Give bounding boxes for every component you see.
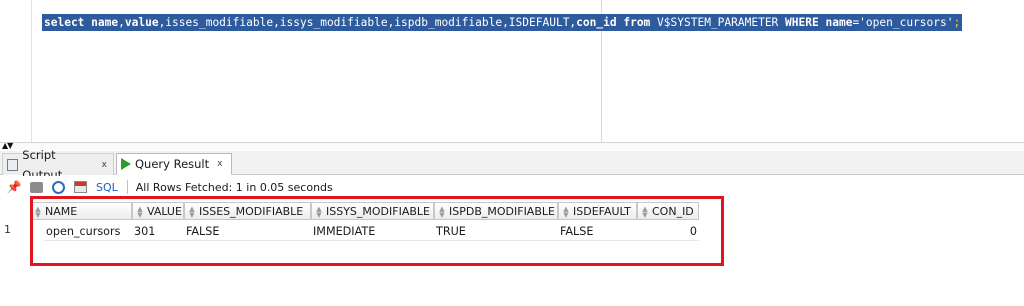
refresh-icon [51,180,65,194]
col-value: value [124,16,159,29]
grid-export-icon [73,181,87,193]
script-icon [7,158,19,171]
kw-where: WHERE [785,16,819,29]
highlight-annotation-box [30,196,724,266]
sql-developer-window: select name,value,isses_modifiable,issys… [0,0,1024,306]
where-col: name [825,16,853,29]
close-icon[interactable]: x [102,155,107,175]
play-icon [121,158,131,170]
close-icon[interactable]: x [217,154,222,174]
sql-link[interactable]: SQL [96,181,118,194]
tab-query-result-label: Query Result [135,157,210,171]
pane-splitter[interactable] [0,142,1024,150]
refresh-button[interactable] [50,179,66,195]
sql-editor[interactable]: select name,value,isses_modifiable,issys… [0,0,1024,142]
splitter-arrows-icon[interactable]: ▲▼ [2,141,13,150]
row-number: 1 [4,223,11,236]
other-cols: ,isses_modifiable,issys_modifiable,ispdb… [158,16,577,29]
export-button[interactable] [72,179,88,195]
col-con-id: con_id [576,16,617,29]
tab-query-result[interactable]: Query Result x [116,153,232,175]
printer-icon [29,181,43,193]
output-tabbar: Script Output x Query Result x [0,148,1024,182]
semicolon: ; [953,16,961,29]
pin-icon[interactable]: 📌 [6,179,22,195]
result-toolbar: 📌 SQL All Rows Fetched: 1 in 0.05 second… [0,176,1024,198]
kw-select: select [44,16,85,29]
fetch-status: All Rows Fetched: 1 in 0.05 seconds [135,180,333,194]
sql-statement[interactable]: select name,value,isses_modifiable,issys… [42,14,963,31]
toolbar-separator [126,180,128,194]
col-name: name [91,16,119,29]
tab-script-output[interactable]: Script Output x [2,148,114,182]
where-value: ='open_cursors' [852,16,954,29]
print-button[interactable] [28,179,44,195]
line-gutter [0,0,32,142]
kw-from: from [623,16,651,29]
table-name: V$SYSTEM_PARAMETER [657,16,779,29]
